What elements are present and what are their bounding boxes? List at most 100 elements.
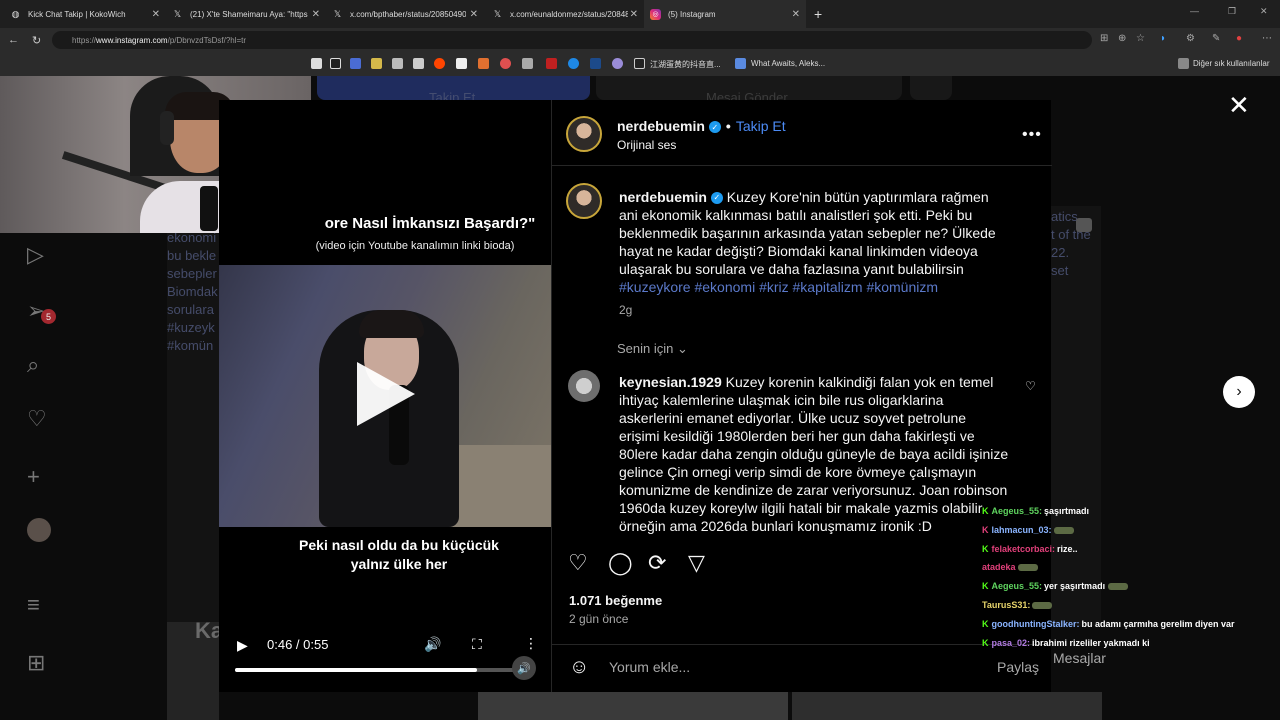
minimize-icon[interactable]: — bbox=[1190, 6, 1199, 16]
comment: keynesian.1929 Kuzey korenin kalkindiği … bbox=[619, 373, 1009, 535]
new-tab-button[interactable]: + bbox=[808, 0, 828, 28]
bg-line: set bbox=[1051, 263, 1069, 278]
fullscreen-icon[interactable]: ⛶ bbox=[472, 636, 482, 653]
comment-username[interactable]: keynesian.1929 bbox=[619, 374, 722, 390]
mute-button[interactable]: 🔊 bbox=[512, 656, 536, 680]
menu-dots-icon[interactable]: ⋯ bbox=[1262, 33, 1272, 44]
profile-avatar[interactable] bbox=[27, 518, 51, 542]
favorites-icon[interactable]: ✎ bbox=[1212, 33, 1220, 44]
create-icon[interactable]: + bbox=[27, 464, 40, 490]
bookmark-label[interactable]: What Awaits, Aleks... bbox=[751, 59, 825, 68]
tab-x-aya[interactable]: 𝕏 (21) X'te Shameimaru Aya: "https:// ✕ bbox=[166, 0, 326, 28]
play-overlay-icon[interactable] bbox=[357, 362, 415, 426]
post-comment-button[interactable]: Paylaş bbox=[997, 659, 1039, 675]
profile-avatar[interactable]: ● bbox=[1236, 33, 1242, 44]
divider bbox=[552, 644, 1052, 645]
tab-x-bpthaber[interactable]: 𝕏 x.com/bpthaber/status/2085049065 ✕ bbox=[326, 0, 484, 28]
favorite-star-icon[interactable]: ☆ bbox=[1136, 33, 1145, 44]
author-avatar[interactable] bbox=[566, 116, 602, 152]
extensions-puzzle-icon[interactable]: ⚙ bbox=[1186, 33, 1195, 44]
tab-title: (5) Instagram bbox=[668, 9, 716, 19]
bookmark-icon[interactable] bbox=[371, 58, 382, 69]
comment-sort-dropdown[interactable]: Senin için ⌄ bbox=[617, 341, 688, 357]
video-more-icon[interactable]: ⋮ bbox=[524, 635, 538, 652]
close-tab-icon[interactable]: ✕ bbox=[152, 9, 160, 20]
commenter-avatar[interactable] bbox=[568, 370, 600, 402]
repost-icon[interactable]: ⟳ bbox=[648, 550, 666, 576]
caption-hashtags[interactable]: #kuzeykore #ekonomi #kriz #kapitalizm #k… bbox=[619, 279, 938, 295]
close-tab-icon[interactable]: ✕ bbox=[792, 9, 800, 20]
extension-icon[interactable]: ◗ bbox=[1160, 33, 1166, 44]
video-player[interactable]: ore Nasıl İmkansızı Başardı?" (video içi… bbox=[219, 100, 551, 692]
video-subtitle-overlay: (video için Youtube kanalımın linki biod… bbox=[315, 240, 515, 252]
bookmark-icon[interactable] bbox=[456, 58, 467, 69]
author-username[interactable]: nerdebuemin bbox=[617, 118, 705, 134]
comment-icon[interactable]: ◯ bbox=[608, 550, 633, 576]
messages-bar[interactable]: Mesajlar bbox=[1053, 650, 1106, 666]
share-icon[interactable]: ▽ bbox=[688, 550, 705, 576]
close-modal-icon[interactable]: ✕ bbox=[1228, 90, 1250, 121]
bookmark-icon[interactable] bbox=[522, 58, 533, 69]
tab-instagram[interactable]: ◎ (5) Instagram ✕ bbox=[644, 0, 806, 28]
like-count[interactable]: 1.071 beğenme bbox=[569, 593, 662, 608]
bookmark-icon[interactable] bbox=[350, 58, 361, 69]
heart-icon[interactable]: ♡ bbox=[27, 406, 47, 432]
follow-button[interactable]: Takip Et bbox=[736, 118, 786, 134]
bookmark-icon[interactable] bbox=[546, 58, 557, 69]
bookmark-icon[interactable] bbox=[590, 58, 601, 69]
next-post-button[interactable]: › bbox=[1223, 376, 1255, 408]
tiktok-icon[interactable] bbox=[634, 58, 645, 69]
folder-icon bbox=[1178, 58, 1189, 69]
caption-username[interactable]: nerdebuemin bbox=[619, 189, 707, 205]
video-progress-bar[interactable] bbox=[235, 668, 525, 672]
chevron-right-icon: › bbox=[1236, 383, 1242, 400]
tab-kick-chat[interactable]: ◍ Kick Chat Takip | KokoWich ✕ bbox=[4, 0, 166, 28]
close-tab-icon[interactable]: ✕ bbox=[470, 9, 478, 20]
like-icon[interactable]: ♡ bbox=[568, 550, 588, 576]
restore-icon[interactable]: ❐ bbox=[1228, 6, 1236, 17]
notification-badge: 5 bbox=[41, 309, 56, 324]
window-close-icon[interactable]: ✕ bbox=[1260, 6, 1268, 17]
reload-icon[interactable]: ↻ bbox=[32, 34, 41, 47]
caption-author-avatar[interactable] bbox=[566, 183, 602, 219]
search-icon[interactable]: ⌕ bbox=[27, 352, 39, 378]
original-audio-link[interactable]: Orijinal ses bbox=[617, 138, 676, 152]
bookmark-icon[interactable] bbox=[311, 58, 322, 69]
more-options-icon[interactable]: ••• bbox=[1022, 126, 1042, 144]
chat-line: atadeka bbox=[982, 562, 1038, 572]
bookmark-icon[interactable] bbox=[735, 58, 746, 69]
zoom-icon[interactable]: ⊕ bbox=[1118, 33, 1126, 44]
app-icon[interactable]: ⊞ bbox=[1100, 33, 1108, 44]
chat-message: bu adamı çarmıha gerelim diyen var bbox=[1081, 619, 1235, 629]
emote-icon bbox=[1053, 527, 1074, 535]
kick-badge-icon: K bbox=[982, 506, 989, 516]
reels-icon[interactable]: ▷ bbox=[27, 242, 44, 268]
close-tab-icon[interactable]: ✕ bbox=[312, 9, 320, 20]
emoji-icon[interactable]: ☺ bbox=[569, 656, 589, 679]
bookmark-label[interactable]: 江湖蛋黄的抖音直... bbox=[650, 59, 721, 70]
volume-icon[interactable]: 🔊 bbox=[424, 636, 441, 653]
bookmark-icon[interactable] bbox=[500, 58, 511, 69]
other-bookmarks[interactable]: Diğer sık kullanılanlar bbox=[1193, 59, 1269, 68]
bookmark-icon[interactable] bbox=[392, 58, 403, 69]
x-logo-icon: 𝕏 bbox=[333, 8, 342, 19]
bookmark-icon[interactable] bbox=[478, 58, 489, 69]
comment-like-icon[interactable]: ♡ bbox=[1025, 379, 1036, 393]
play-icon[interactable]: ▶ bbox=[237, 637, 248, 654]
bookmark-icon[interactable] bbox=[612, 58, 623, 69]
more-menu-icon[interactable]: ≡ bbox=[27, 592, 40, 618]
comment-text: Kuzey korenin kalkindiği falan yok en te… bbox=[619, 374, 1009, 534]
tab-x-eunaldonmez[interactable]: 𝕏 x.com/eunaldonmez/status/2084860 ✕ bbox=[486, 0, 644, 28]
bookmark-icon[interactable] bbox=[413, 58, 424, 69]
x-logo-icon[interactable] bbox=[330, 58, 341, 69]
url-input[interactable]: https://www.instagram.com/p/DbnvzdTsDsf/… bbox=[52, 31, 1092, 49]
bookmark-icon[interactable] bbox=[568, 58, 579, 69]
bg-thumbnail: Ka bbox=[167, 618, 223, 720]
comment-input[interactable]: Yorum ekle... bbox=[609, 659, 690, 675]
chat-message: ibrahimi rizeliler yakmadı ki bbox=[1032, 638, 1150, 648]
back-icon[interactable]: ← bbox=[8, 34, 19, 46]
chat-message: yer şaşırtmadı bbox=[1044, 581, 1106, 591]
also-from-meta-icon[interactable]: ⊞ bbox=[27, 650, 45, 676]
close-tab-icon[interactable]: ✕ bbox=[630, 9, 638, 20]
reddit-icon[interactable] bbox=[434, 58, 445, 69]
